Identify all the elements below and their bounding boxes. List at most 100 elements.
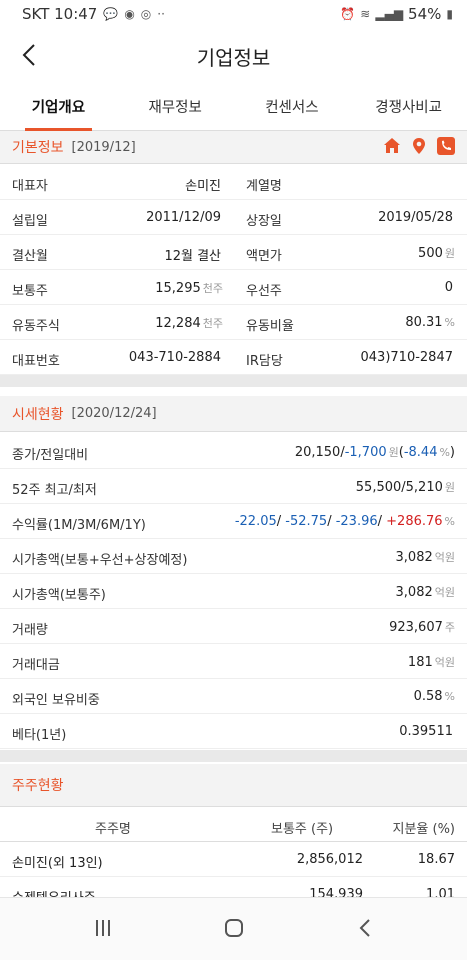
field-label: 수익률(1M/3M/6M/1Y): [12, 518, 146, 533]
page-title: 기업정보: [196, 45, 271, 70]
field-value: 20,150/-1,700 원(-8.44%): [294, 445, 455, 460]
basic-row: 결산월 12월 결산 액면가 500 원: [0, 235, 467, 270]
field-label: 시가총액(보통주): [12, 588, 106, 603]
field-label: 우선주: [246, 284, 282, 299]
field-value: 0: [444, 280, 453, 295]
home-icon[interactable]: [383, 137, 401, 155]
field-value: 500 원: [418, 246, 455, 261]
table-row: 손미진(외 13인) 2,856,012 18.67: [0, 842, 467, 877]
field-value: 3,082 억원: [395, 550, 455, 565]
phone-number-link[interactable]: 043-710-2884: [129, 350, 223, 365]
market-date: [2020/12/24]: [71, 406, 157, 421]
shareholders-table-header: 주주명 보통주 (주) 지분율 (%): [0, 806, 467, 842]
app-icon: ◉: [124, 7, 135, 21]
wifi-icon: ≋: [360, 7, 371, 21]
shareholder-shares: 2,856,012: [296, 852, 363, 867]
talk-icon: 💬: [103, 7, 119, 21]
field-value: 55,500/5,210 원: [355, 480, 455, 495]
field-label: 거래대금: [12, 658, 60, 673]
col-header-pct: 지분율 (%): [392, 822, 455, 837]
phone-icon[interactable]: [437, 137, 455, 155]
back-button[interactable]: [14, 40, 44, 70]
section-divider: [0, 750, 467, 762]
field-value: 15,295 천주: [155, 281, 223, 296]
basic-row: 유동주식 12,284 천주 유동비율 80.31%: [0, 305, 467, 340]
tab-competitors[interactable]: 경쟁사비교: [350, 82, 467, 130]
market-row: 시가총액(보통주) 3,082 억원: [0, 574, 467, 609]
field-value: 80.31%: [405, 315, 455, 330]
field-value: 12월 결산: [164, 249, 221, 264]
field-value: 3,082 억원: [395, 585, 455, 600]
field-value: -22.05/ -52.75/ -23.96/ +286.76%: [234, 514, 455, 529]
field-value: 12,284 천주: [155, 316, 223, 331]
chevron-left-icon: [359, 919, 370, 937]
market-row: 거래대금 181 억원: [0, 644, 467, 679]
market-header: 시세현황 [2020/12/24]: [0, 396, 467, 432]
market-row-52w: 52주 최고/최저 55,500/5,210 원: [0, 469, 467, 504]
basic-info-date: [2019/12]: [71, 139, 136, 155]
field-label: 외국인 보유비중: [12, 693, 100, 708]
app-header: 기업정보: [0, 30, 467, 82]
chevron-left-icon: [22, 44, 35, 66]
field-label: 상장일: [246, 214, 282, 229]
shareholders-header: 주주현황: [0, 764, 467, 806]
field-label: 거래량: [12, 623, 48, 638]
market-row: 베타(1년) 0.39511: [0, 714, 467, 749]
field-value: 2011/12/09: [146, 210, 221, 225]
market-row-returns: 수익률(1M/3M/6M/1Y) -22.05/ -52.75/ -23.96/…: [0, 504, 467, 539]
field-label: 대표번호: [12, 354, 60, 369]
field-label: 결산월: [12, 249, 48, 264]
battery-level: 54%: [408, 5, 442, 23]
shareholder-name: 손미진(외 13인): [12, 856, 103, 871]
shareholders-title: 주주현황: [12, 778, 64, 794]
market-row-price: 종가/전일대비 20,150/-1,700 원(-8.44%): [0, 434, 467, 469]
field-label: 종가/전일대비: [12, 448, 89, 463]
location-icon[interactable]: [411, 137, 427, 155]
field-value: 181 억원: [407, 655, 455, 670]
alarm-icon: ⏰: [340, 7, 356, 21]
status-time: SKT 10:47: [22, 5, 98, 23]
basic-row: 설립일 2011/12/09 상장일 2019/05/28: [0, 200, 467, 235]
recent-apps-icon: [96, 920, 110, 936]
field-label: 대표자: [12, 179, 48, 194]
field-label: 계열명: [246, 179, 282, 194]
field-label: 베타(1년): [12, 728, 67, 743]
app2-icon: ◎: [140, 7, 152, 21]
field-label: 액면가: [246, 249, 282, 264]
market-title: 시세현황: [12, 406, 64, 423]
market-row: 거래량 923,607 주: [0, 609, 467, 644]
market-row: 시가총액(보통+우선+상장예정) 3,082 억원: [0, 539, 467, 574]
field-value: 923,607 주: [389, 620, 455, 635]
field-value: 0.58%: [413, 689, 455, 704]
tab-bar: 기업개요 재무정보 컨센서스 경쟁사비교: [0, 82, 467, 131]
field-label: 유동비율: [246, 319, 294, 334]
status-bar: SKT 10:47 💬 ◉ ◎ ·· ⏰ ≋ ▂▄▆ 54% ▮: [0, 0, 467, 30]
basic-row: 대표자 손미진 계열명: [0, 165, 467, 200]
section-divider: [0, 375, 467, 387]
col-header-shares: 보통주 (주): [271, 822, 334, 837]
battery-icon: ▮: [446, 7, 453, 21]
field-value: 2019/05/28: [378, 210, 453, 225]
system-back-button[interactable]: [350, 913, 380, 943]
field-label: 보통주: [12, 284, 48, 299]
basic-row: 대표번호 043-710-2884 IR담당 043)710-2847: [0, 340, 467, 375]
more-icon: ··: [157, 7, 165, 21]
market-row: 외국인 보유비중 0.58%: [0, 679, 467, 714]
system-nav-bar: [0, 897, 467, 960]
signal-icon: ▂▄▆: [375, 7, 404, 21]
col-header-name: 주주명: [95, 822, 131, 837]
tab-overview[interactable]: 기업개요: [0, 82, 117, 131]
tab-financial[interactable]: 재무정보: [117, 82, 234, 130]
field-value: 0.39511: [399, 724, 453, 739]
field-label: IR담당: [246, 354, 283, 369]
tab-consensus[interactable]: 컨센서스: [234, 82, 351, 130]
recent-apps-button[interactable]: [88, 913, 118, 943]
field-value: [453, 175, 455, 190]
field-label: 52주 최고/최저: [12, 483, 97, 498]
field-label: 설립일: [12, 214, 48, 229]
home-button[interactable]: [219, 913, 249, 943]
basic-info-title: 기본정보: [12, 140, 64, 156]
field-label: 유동주식: [12, 319, 60, 334]
basic-info-header: 기본정보 [2019/12]: [0, 131, 467, 164]
ir-phone-link[interactable]: 043)710-2847: [361, 350, 455, 365]
